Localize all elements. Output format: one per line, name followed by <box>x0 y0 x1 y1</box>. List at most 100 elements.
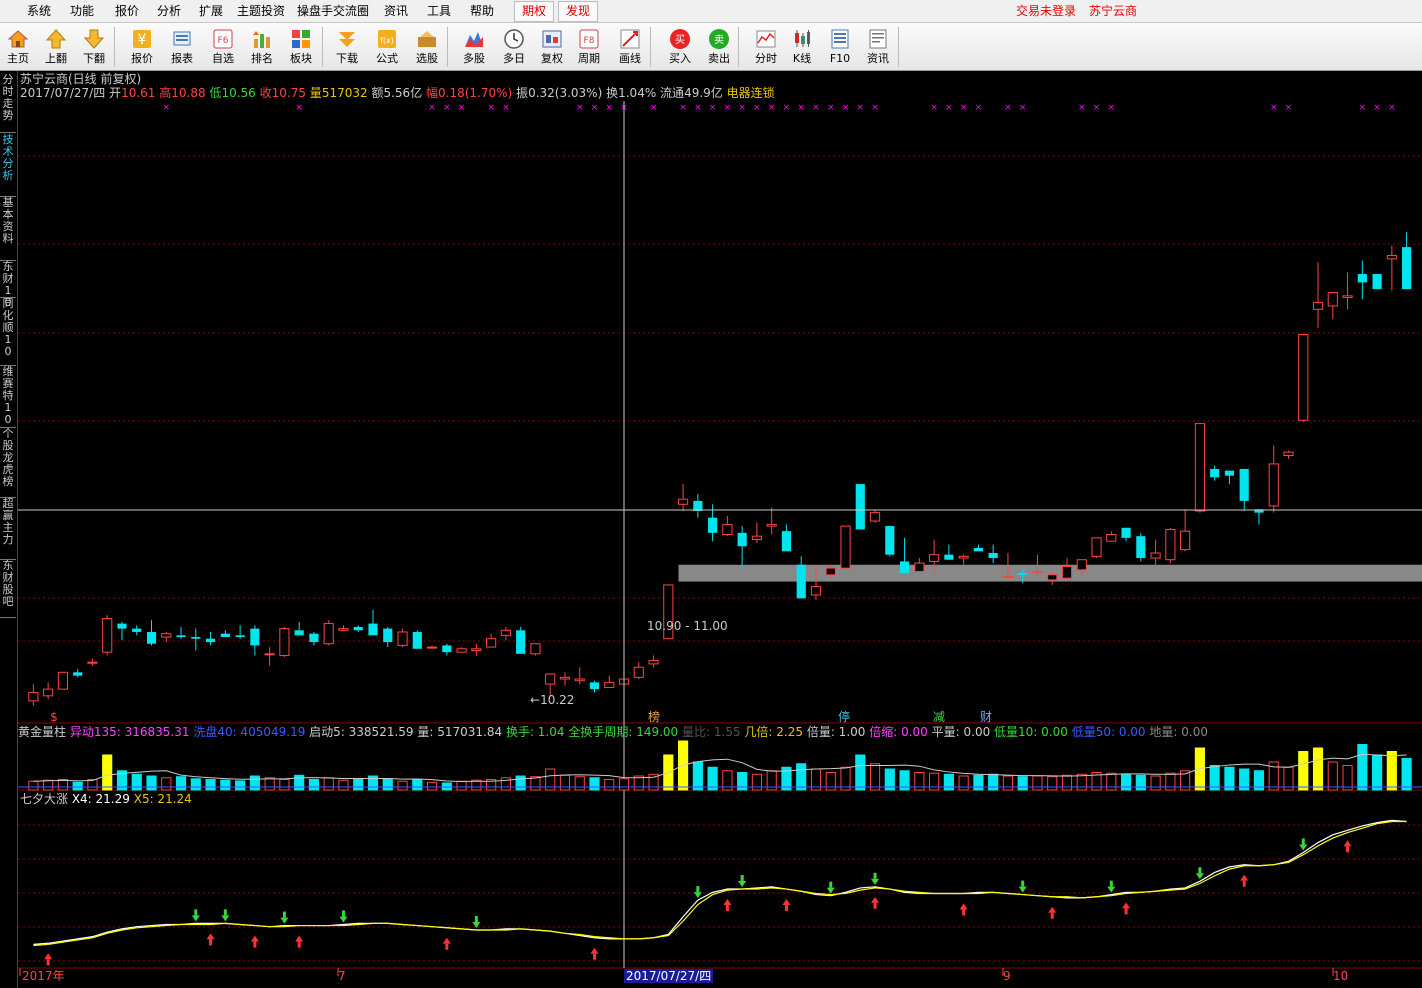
candle[interactable] <box>530 643 541 656</box>
toolbar-button-report[interactable]: 报表 <box>162 25 202 69</box>
candle[interactable] <box>28 684 39 706</box>
candle[interactable] <box>1327 292 1338 320</box>
side-tab-8[interactable]: 东 财 股 吧 <box>0 559 16 618</box>
candle[interactable] <box>87 658 98 666</box>
candle[interactable] <box>678 484 689 511</box>
candle[interactable] <box>574 667 585 685</box>
candle[interactable] <box>1180 509 1191 552</box>
menu-item-8[interactable]: 工具 <box>427 0 451 22</box>
candle[interactable] <box>294 621 304 636</box>
event-marker[interactable]: $ <box>50 710 58 724</box>
candle[interactable] <box>1239 468 1249 511</box>
candle[interactable] <box>1165 527 1176 564</box>
candle[interactable] <box>1150 539 1161 569</box>
candle[interactable] <box>766 507 777 535</box>
toolbar-button-home[interactable]: 主页 <box>0 25 38 69</box>
candle[interactable] <box>102 615 113 656</box>
side-tab-2[interactable]: 基 本 资 料 <box>0 196 16 261</box>
candle[interactable] <box>456 647 467 653</box>
menu-item-0[interactable]: 系统 <box>27 0 51 22</box>
candle[interactable] <box>1224 470 1235 485</box>
toolbar-button-rank[interactable]: 排名 <box>242 25 282 69</box>
toolbar-button-multi-stock[interactable]: 多股 <box>454 25 494 69</box>
candle[interactable] <box>559 672 571 686</box>
candle[interactable] <box>855 484 865 530</box>
toolbar-button-news[interactable]: 资讯 <box>858 25 898 69</box>
candle[interactable] <box>220 630 230 638</box>
toolbar-button-kline[interactable]: K线 <box>782 25 822 69</box>
candle[interactable] <box>1106 531 1117 542</box>
candle[interactable] <box>397 628 408 648</box>
candle[interactable] <box>43 682 54 700</box>
candle[interactable] <box>869 509 881 523</box>
toolbar-button-f6[interactable]: F6 自选 <box>203 25 243 69</box>
candle[interactable] <box>426 645 438 649</box>
chart-area[interactable]: ××××××××××××××××××××××××××××××××××××××××… <box>18 71 1422 988</box>
candle[interactable] <box>840 525 851 570</box>
candle[interactable] <box>737 526 747 567</box>
candle[interactable] <box>1194 423 1205 513</box>
candle[interactable] <box>1283 450 1294 459</box>
toolbar-button-arrow-down[interactable]: 下翻 <box>74 25 114 69</box>
menu-box-0[interactable]: 期权 <box>514 1 554 22</box>
candle[interactable] <box>604 675 615 688</box>
toolbar-button-f10[interactable]: F10 <box>820 25 860 69</box>
candle[interactable] <box>338 625 349 631</box>
candle[interactable] <box>412 630 422 649</box>
candle[interactable] <box>264 647 275 666</box>
side-tab-4[interactable]: 同 化 顺 1 0 <box>0 297 16 366</box>
candle[interactable] <box>944 544 954 560</box>
side-tab-5[interactable]: 维 赛 特 1 0 <box>0 365 16 428</box>
candle[interactable] <box>250 625 260 656</box>
candle[interactable] <box>1091 537 1102 559</box>
candle[interactable] <box>589 680 600 693</box>
candle[interactable] <box>693 494 703 518</box>
toolbar-button-yen[interactable]: ¥ 报价 <box>122 25 162 69</box>
menu-box-1[interactable]: 发现 <box>558 1 598 22</box>
candle[interactable] <box>648 655 659 668</box>
candle[interactable] <box>1254 509 1264 525</box>
candle[interactable] <box>1298 334 1309 422</box>
candle[interactable] <box>914 558 925 572</box>
candle[interactable] <box>309 631 319 646</box>
candle[interactable] <box>323 620 334 646</box>
candle[interactable] <box>500 626 511 641</box>
candle[interactable] <box>1386 245 1397 291</box>
candle[interactable] <box>751 522 762 543</box>
candle[interactable] <box>279 626 290 658</box>
candle[interactable] <box>1210 465 1220 481</box>
event-marker[interactable]: 停 <box>838 709 850 724</box>
toolbar-button-clock[interactable]: 多日 <box>494 25 534 69</box>
event-marker[interactable]: 财 <box>980 710 992 724</box>
menu-item-1[interactable]: 功能 <box>70 0 94 22</box>
candle[interactable] <box>1342 272 1353 310</box>
menu-item-7[interactable]: 资讯 <box>384 0 408 22</box>
candle[interactable] <box>442 643 452 656</box>
toolbar-button-download[interactable]: 下载 <box>327 25 367 69</box>
candle[interactable] <box>205 631 216 646</box>
toolbar-button-stock-pick[interactable]: 选股 <box>407 25 447 69</box>
side-tab-6[interactable]: 个 股 龙 虎 榜 <box>0 427 16 498</box>
toolbar-button-sell[interactable]: 卖卖出 <box>699 25 739 69</box>
menu-item-9[interactable]: 帮助 <box>470 0 494 22</box>
candle[interactable] <box>633 662 644 680</box>
candle[interactable] <box>796 556 806 599</box>
candle[interactable] <box>146 620 157 646</box>
candle[interactable] <box>383 626 393 648</box>
candle[interactable] <box>117 621 127 641</box>
toolbar-button-buy[interactable]: 买买入 <box>660 25 700 69</box>
menu-item-3[interactable]: 分析 <box>157 0 181 22</box>
menu-item-4[interactable]: 扩展 <box>199 0 223 22</box>
candle[interactable] <box>781 524 792 552</box>
candle[interactable] <box>191 628 201 651</box>
toolbar-button-intraday[interactable]: 分时 <box>746 25 786 69</box>
menu-item-2[interactable]: 报价 <box>115 0 139 22</box>
candle[interactable] <box>471 643 482 656</box>
menu-item-6[interactable]: 操盘手交流圈 <box>297 0 369 22</box>
candle[interactable] <box>722 516 733 537</box>
candle[interactable] <box>368 610 378 636</box>
candle[interactable] <box>1268 445 1279 513</box>
toolbar-button-arrow-up[interactable]: 上翻 <box>36 25 76 69</box>
candle[interactable] <box>1136 532 1146 562</box>
candle[interactable] <box>1312 262 1324 328</box>
